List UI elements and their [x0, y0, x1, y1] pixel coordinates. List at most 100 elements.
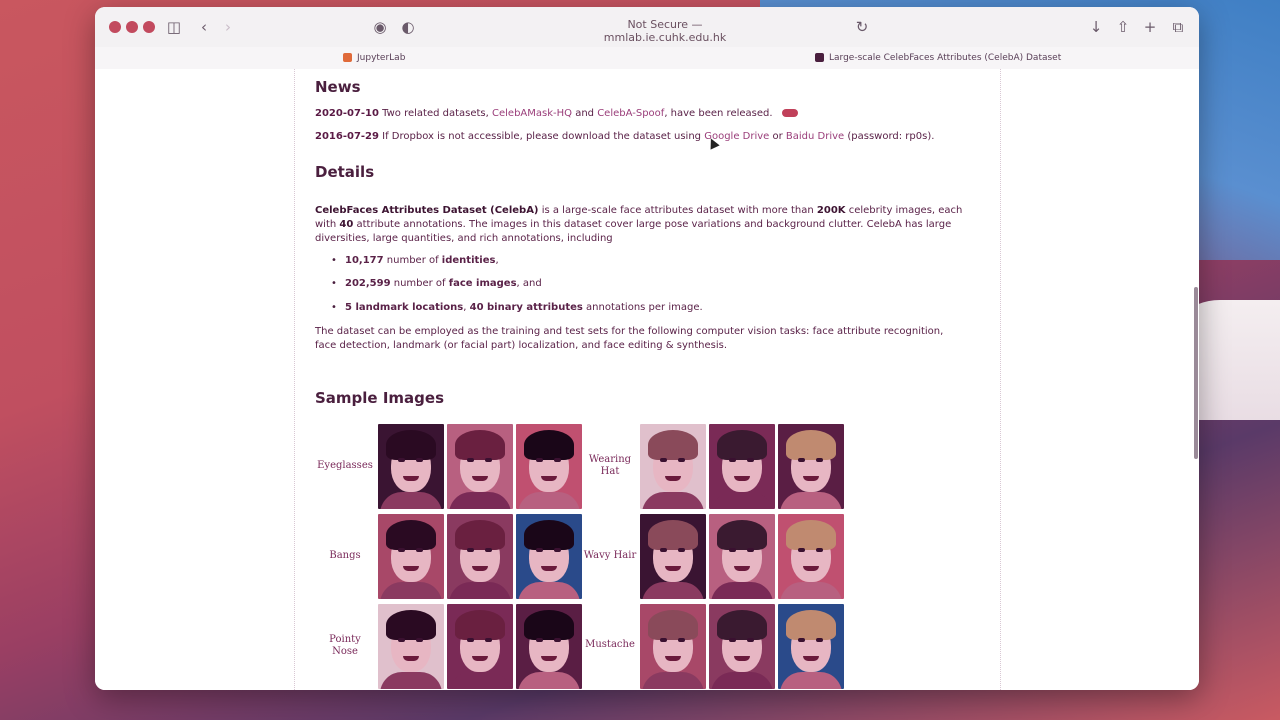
page-content[interactable]: News 2020-07-10 Two related datasets, Ce…	[95, 69, 1199, 690]
face-eye	[660, 638, 667, 642]
zoom-window-button[interactable]	[143, 21, 155, 33]
sample-face-image	[447, 424, 513, 509]
fact-bold: 202,599	[345, 278, 391, 289]
face-eye	[485, 548, 492, 552]
face-shoulder	[518, 672, 580, 689]
share-icon[interactable]: ⇧	[1112, 16, 1134, 38]
list-item: 10,177 number of identities,	[331, 255, 499, 266]
baidu-drive-link[interactable]: Baidu Drive	[786, 131, 844, 142]
tab-celeba[interactable]: Large-scale CelebFaces Attributes (Celeb…	[815, 50, 1061, 66]
face-mouth	[734, 566, 750, 571]
fact-bold: identities	[441, 255, 496, 266]
face-shoulder	[380, 582, 442, 599]
celeba-spoof-link[interactable]: CelebA-Spoof	[597, 108, 664, 119]
face-mouth	[541, 476, 557, 481]
browser-toolbar: ◫ ‹ › ◉ ◐ Not Secure — mmlab.ie.cuhk.edu…	[95, 7, 1199, 48]
intro-text: is a large-scale face attributes dataset…	[538, 205, 817, 216]
details-intro: CelebFaces Attributes Dataset (CelebA) i…	[315, 204, 965, 246]
news-item: 2016-07-29 If Dropbox is not accessible,…	[315, 131, 934, 142]
tab-bar: JupyterLab Large-scale CelebFaces Attrib…	[95, 47, 1199, 70]
face-eye	[554, 638, 561, 642]
face-shoulder	[380, 672, 442, 689]
face-shoulder	[642, 492, 704, 509]
face-eye	[729, 638, 736, 642]
forward-icon[interactable]: ›	[217, 16, 239, 38]
sample-face-image	[709, 424, 775, 509]
sample-face-image	[516, 424, 582, 509]
face-mouth	[472, 566, 488, 571]
new-tab-icon[interactable]: +	[1139, 16, 1161, 38]
face-eye	[416, 458, 423, 462]
details-heading: Details	[315, 163, 375, 181]
face-hair	[648, 610, 698, 640]
face-eye	[678, 638, 685, 642]
face-eye	[536, 458, 543, 462]
face-mouth	[472, 476, 488, 481]
fact-bold: 10,177	[345, 255, 384, 266]
face-hair	[717, 430, 767, 460]
image-count: 200K	[816, 205, 846, 216]
minimize-window-button[interactable]	[126, 21, 138, 33]
face-mouth	[403, 566, 419, 571]
face-eye	[816, 638, 823, 642]
news-text: If Dropbox is not accessible, please dow…	[378, 131, 705, 142]
close-window-button[interactable]	[109, 21, 121, 33]
face-eye	[747, 548, 754, 552]
sample-face-image	[778, 604, 844, 689]
privacy-icon[interactable]: ◉	[369, 16, 391, 38]
face-eye	[467, 548, 474, 552]
intro-text: attribute annotations. The images in thi…	[315, 219, 952, 244]
column-divider-left	[294, 69, 295, 690]
address-bar[interactable]: Not Secure — mmlab.ie.cuhk.edu.hk	[565, 18, 765, 44]
face-hair	[786, 610, 836, 640]
download-icon[interactable]: ↓	[1085, 16, 1107, 38]
sample-face-image	[709, 604, 775, 689]
face-mouth	[665, 656, 681, 661]
attribute-label-eyeglasses: Eyeglasses	[317, 460, 373, 471]
face-eye	[485, 638, 492, 642]
attribute-label-pointy-nose: Pointy Nose	[329, 634, 361, 657]
face-eye	[729, 458, 736, 462]
face-shoulder	[780, 582, 842, 599]
face-hair	[386, 520, 436, 550]
news-text: (password: rp0s).	[844, 131, 935, 142]
back-icon[interactable]: ‹	[193, 16, 215, 38]
face-mouth	[665, 566, 681, 571]
news-text: Two related datasets,	[378, 108, 493, 119]
face-eye	[416, 548, 423, 552]
face-eye	[798, 638, 805, 642]
scrollbar[interactable]	[1194, 287, 1198, 459]
new-badge-icon	[781, 109, 798, 117]
face-shoulder	[518, 582, 580, 599]
face-shoulder	[711, 672, 773, 689]
sample-face-image	[378, 424, 444, 509]
shield-icon[interactable]: ◐	[397, 16, 419, 38]
celeba-favicon-icon	[815, 53, 824, 62]
news-item: 2020-07-10 Two related datasets, CelebAM…	[315, 108, 798, 119]
face-hair	[524, 520, 574, 550]
celebamask-hq-link[interactable]: CelebAMask-HQ	[492, 108, 572, 119]
sample-face-image	[778, 424, 844, 509]
tab-overview-icon[interactable]: ⧉	[1167, 16, 1189, 38]
face-mouth	[734, 476, 750, 481]
tab-label: Large-scale CelebFaces Attributes (Celeb…	[829, 53, 1062, 63]
face-mouth	[803, 476, 819, 481]
sample-images-heading: Sample Images	[315, 389, 445, 407]
reload-icon[interactable]: ↻	[851, 16, 873, 38]
tab-jupyterlab[interactable]: JupyterLab	[343, 50, 405, 66]
sample-face-image	[640, 514, 706, 599]
news-date: 2020-07-10	[315, 108, 379, 119]
fact-text: , and	[516, 278, 542, 289]
face-mouth	[665, 476, 681, 481]
face-mouth	[472, 656, 488, 661]
face-eye	[660, 548, 667, 552]
face-shoulder	[711, 492, 773, 509]
sidebar-icon[interactable]: ◫	[163, 16, 185, 38]
face-hair	[717, 520, 767, 550]
face-hair	[524, 610, 574, 640]
face-shoulder	[642, 582, 704, 599]
face-hair	[455, 610, 505, 640]
face-eye	[678, 548, 685, 552]
face-eye	[416, 638, 423, 642]
fact-bold: 40 binary attributes	[469, 302, 583, 313]
